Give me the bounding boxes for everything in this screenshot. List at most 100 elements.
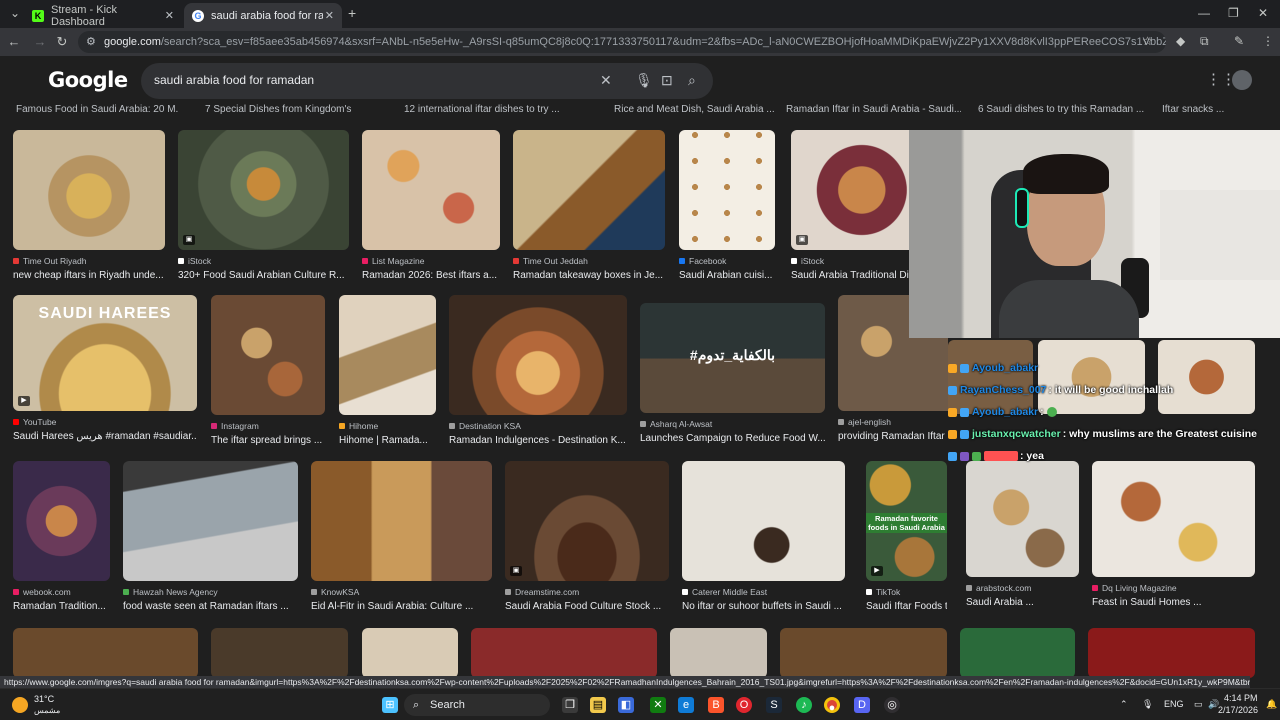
result-thumbnail[interactable] (211, 628, 348, 678)
microphone-icon[interactable]: 🎙 (1142, 699, 1153, 710)
result-title[interactable]: food waste seen at Ramadan iftars ... (123, 601, 298, 612)
result-thumbnail[interactable]: ▣ (791, 130, 909, 250)
result-thumbnail[interactable] (513, 130, 665, 250)
bookmark-star-icon[interactable]: ☆ (1142, 34, 1153, 48)
close-window-button[interactable]: ✕ (1258, 6, 1268, 20)
image-result[interactable]: Ramadan favorite foods in Saudi Arabia ▶… (866, 461, 947, 612)
image-result[interactable]: Instagram The iftar spread brings ... (211, 295, 325, 446)
result-thumbnail[interactable] (471, 628, 657, 678)
google-logo[interactable]: Google (48, 68, 128, 92)
result-thumbnail[interactable] (13, 628, 198, 678)
image-result[interactable]: ▣ iStock 320+ Food Saudi Arabian Culture… (178, 130, 349, 281)
image-result[interactable]: Hawzah News Agency food waste seen at Ra… (123, 461, 298, 612)
close-tab-icon[interactable]: ✕ (325, 9, 334, 22)
lens-search-icon[interactable]: ⊡ (661, 72, 673, 89)
result-thumbnail[interactable] (966, 461, 1079, 577)
result-thumbnail[interactable] (362, 130, 500, 250)
result-title[interactable]: The iftar spread brings ... (211, 435, 325, 446)
result-caption[interactable]: Rice and Meat Dish, Saudi Arabia ... (614, 104, 774, 115)
result-title[interactable]: Saudi Arabia ... (966, 597, 1079, 608)
image-result[interactable]: List Magazine Ramadan 2026: Best iftars … (362, 130, 500, 281)
image-result[interactable] (960, 628, 1075, 678)
result-thumbnail[interactable] (311, 461, 492, 581)
result-title[interactable]: Ramadan Indulgences - Destination K... (449, 435, 627, 446)
result-title[interactable]: Ramadan 2026: Best iftars a... (362, 270, 500, 281)
clock-date[interactable]: 2/17/2026 (1218, 705, 1258, 715)
result-title[interactable]: Saudi Harees هريس #ramadan #saudiar... (13, 431, 197, 442)
language-indicator[interactable]: ENG (1164, 699, 1184, 709)
result-thumbnail[interactable]: ▣ (178, 130, 349, 250)
result-title[interactable]: No iftar or suhoor buffets in Saudi ... (682, 601, 845, 612)
voice-search-icon[interactable]: 🎙 (635, 72, 653, 89)
brave-icon[interactable]: B (708, 697, 724, 713)
result-title[interactable]: providing Ramadan Iftar Meals ... (838, 431, 948, 442)
result-title[interactable]: 320+ Food Saudi Arabian Culture R... (178, 270, 349, 281)
image-result[interactable]: #بالكفاية_تدوم Asharq Al-Awsat Launches … (640, 295, 825, 444)
result-title[interactable]: Feast in Saudi Homes ... (1092, 597, 1255, 608)
clear-search-icon[interactable]: ✕ (600, 72, 612, 89)
forward-icon[interactable]: → (32, 34, 48, 49)
result-thumbnail[interactable]: ▣ (505, 461, 669, 581)
image-result[interactable] (670, 628, 767, 678)
result-thumbnail[interactable] (449, 295, 627, 415)
search-icon[interactable]: ⌕ (688, 72, 696, 89)
result-thumbnail[interactable] (211, 295, 325, 415)
start-icon[interactable]: ⊞ (382, 697, 398, 713)
result-caption[interactable]: 7 Special Dishes from Kingdom's ... (205, 104, 355, 115)
minimize-button[interactable]: — (1198, 6, 1210, 20)
chat-username[interactable]: Ayoub_abakr (972, 362, 1038, 374)
image-result[interactable]: Caterer Middle East No iftar or suhoor b… (682, 461, 845, 612)
discord-icon[interactable]: D (854, 697, 870, 713)
image-result[interactable] (780, 628, 947, 678)
clock-time[interactable]: 4:14 PM (1224, 693, 1258, 703)
tab-google-search[interactable]: G saudi arabia food for ramadan ✕ (184, 3, 342, 28)
maximize-button[interactable]: ❐ (1228, 6, 1239, 20)
chat-username[interactable] (984, 451, 1018, 461)
result-thumbnail[interactable] (682, 461, 845, 581)
image-result[interactable]: Time Out Riyadh new cheap iftars in Riya… (13, 130, 165, 281)
weather-icon[interactable] (12, 697, 28, 713)
image-result[interactable]: Destination KSA Ramadan Indulgences - De… (449, 295, 627, 446)
result-title[interactable]: Saudi Arabia Food Culture Stock ... (505, 601, 669, 612)
network-icon[interactable]: ▭ (1194, 699, 1203, 710)
profile-icon[interactable]: ✎ (1234, 34, 1244, 48)
result-thumbnail[interactable] (960, 628, 1075, 678)
result-thumbnail[interactable] (679, 130, 775, 250)
image-result[interactable]: Time Out Jeddah Ramadan takeaway boxes i… (513, 130, 665, 281)
result-thumbnail[interactable] (670, 628, 767, 678)
result-thumbnail[interactable] (1088, 628, 1255, 678)
result-caption[interactable]: 6 Saudi dishes to try this Ramadan ... (978, 104, 1148, 115)
spotify-icon[interactable]: ♪ (796, 697, 812, 713)
image-result[interactable] (1088, 628, 1255, 678)
back-icon[interactable]: ← (6, 34, 22, 49)
image-result[interactable]: ▣ Dreamstime.com Saudi Arabia Food Cultu… (505, 461, 669, 612)
notification-icon[interactable]: 🔔 (1266, 699, 1277, 710)
result-title[interactable]: Launches Campaign to Reduce Food W... (640, 433, 825, 444)
address-bar[interactable]: ⚙ google.com/search?sca_esv=f85aee35ab45… (78, 31, 1166, 53)
result-caption[interactable]: 12 international iftar dishes to try ... (404, 104, 564, 115)
edge-icon[interactable]: e (678, 697, 694, 713)
weather-temp[interactable]: 31°C (34, 694, 54, 704)
image-result[interactable] (362, 628, 458, 678)
result-thumbnail[interactable]: Ramadan favorite foods in Saudi Arabia ▶ (866, 461, 947, 581)
result-title[interactable]: Hihome | Ramada... (339, 435, 436, 446)
result-thumbnail[interactable] (339, 295, 436, 415)
chrome-icon[interactable]: ● (824, 697, 840, 714)
obs-icon[interactable]: ◎ (884, 697, 900, 713)
site-info-icon[interactable]: ⚙ (86, 35, 96, 48)
avatar[interactable] (1232, 70, 1252, 90)
result-title[interactable]: Ramadan takeaway boxes in Je... (513, 270, 665, 281)
tab-search-icon[interactable]: ⌄ (10, 6, 20, 20)
result-title[interactable]: Saudi Arabian cuisi... (679, 270, 775, 281)
extensions-puzzle-icon[interactable]: ⧉ (1200, 34, 1209, 49)
image-result[interactable] (211, 628, 348, 678)
image-result[interactable]: SAUDI HAREES ▶ YouTube Saudi Harees هريس… (13, 295, 197, 442)
image-result[interactable]: Hihome Hihome | Ramada... (339, 295, 436, 446)
steam-icon[interactable]: S (766, 697, 782, 713)
image-result[interactable] (471, 628, 657, 678)
result-title[interactable]: new cheap iftars in Riyadh unde... (13, 270, 165, 281)
image-result[interactable]: KnowKSA Eid Al-Fitr in Saudi Arabia: Cul… (311, 461, 492, 612)
result-thumbnail[interactable] (1092, 461, 1255, 577)
image-result[interactable]: arabstock.com Saudi Arabia ... (966, 461, 1079, 608)
xbox-icon[interactable]: ✕ (650, 697, 666, 713)
